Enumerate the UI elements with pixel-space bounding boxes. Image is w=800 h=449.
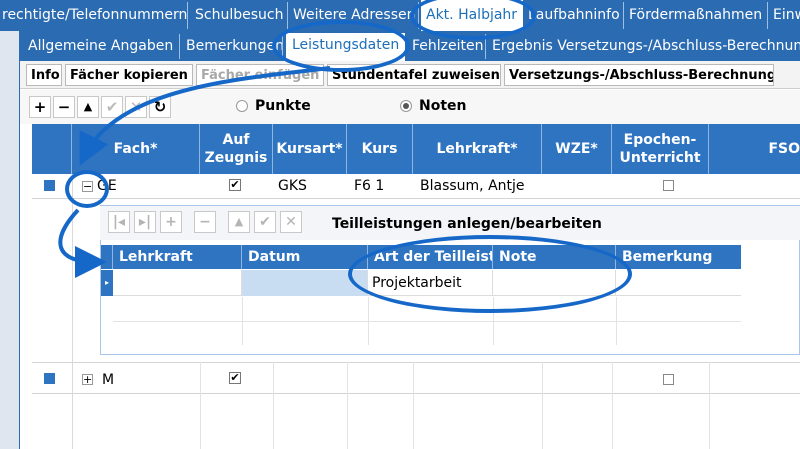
annotation-arrows <box>58 66 331 278</box>
arrow-to-expand-toggle <box>79 66 331 166</box>
arrow-to-subgrid <box>58 208 107 278</box>
